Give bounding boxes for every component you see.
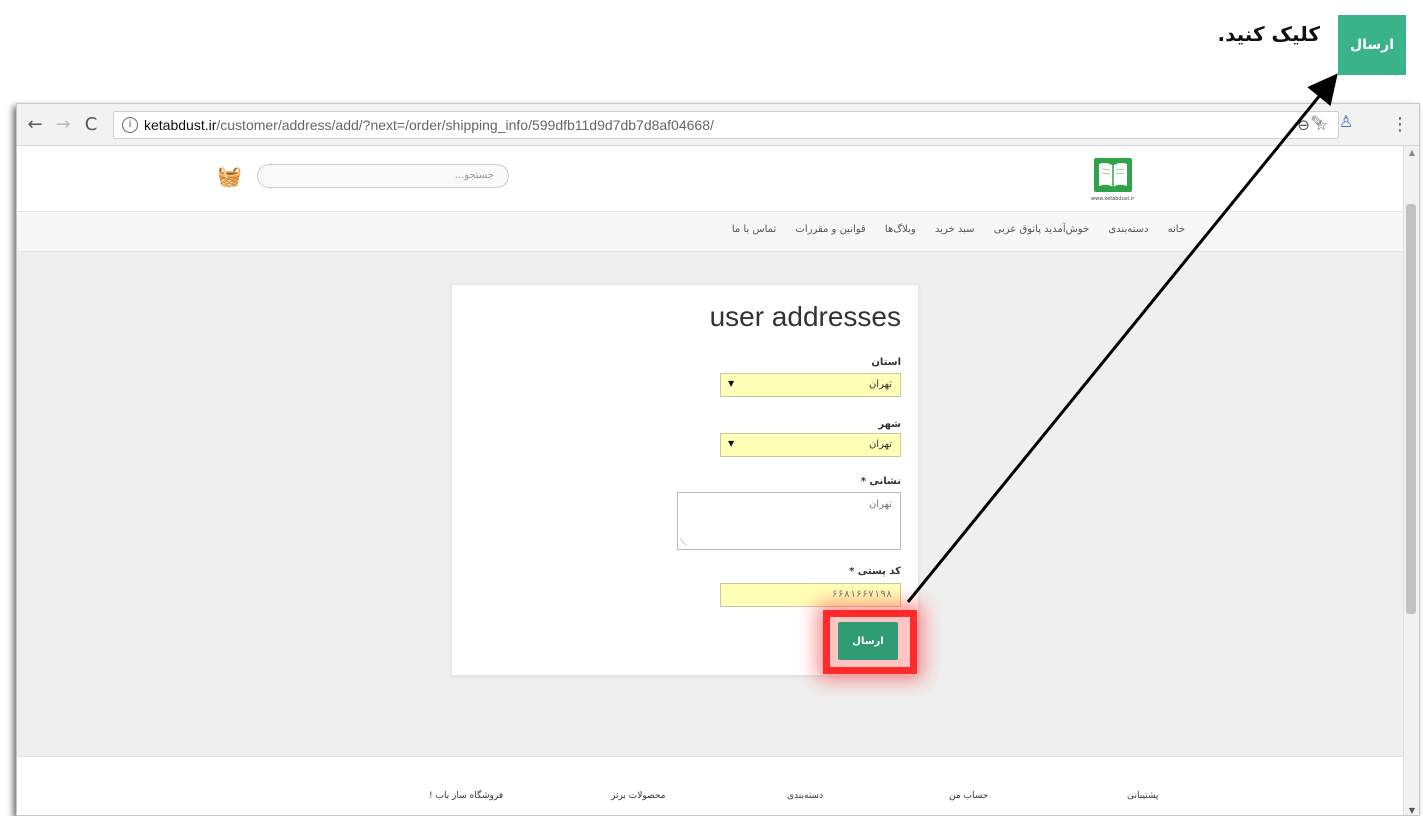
profile-icon[interactable]: ♙ [1334,112,1358,131]
site-navigation: خانه دسته‌بندی خوش‌آمدید پاتوق عربی سبد … [17,212,1405,252]
extension-icon[interactable]: ✎ [1305,112,1329,131]
footer-store-builder[interactable]: فروشگاه ساز باب ! [429,791,503,801]
annotation-submit-button: ارسال [1338,15,1406,75]
footer-top-products[interactable]: محصولات برتر [611,791,666,801]
province-label: استان [871,357,901,368]
url-domain: ketabdust.ir [144,117,217,133]
nav-item-home[interactable]: خانه [1168,224,1185,235]
address-label: نشانی * [860,476,901,487]
nav-menu: خانه دسته‌بندی خوش‌آمدید پاتوق عربی سبد … [716,224,1185,235]
back-arrow-icon[interactable]: ← [25,114,45,136]
city-label: شهر [878,419,901,430]
footer-support[interactable]: پشتیبانی [1127,791,1158,801]
scrollbar[interactable]: ▲ ▼ [1403,146,1419,815]
nav-item-welcome[interactable]: خوش‌آمدید پاتوق عربی [994,224,1089,235]
address-textarea[interactable]: تهران ⟋ [677,492,901,550]
extensions-area: ✎ ♙ [1305,112,1358,131]
site-header: 🧺 جستجو... www.ketabdust.ir [17,146,1405,212]
cart-icon[interactable]: 🧺 [217,164,242,188]
address-bar[interactable]: i ketabdust.ir/customer/address/add/?nex… [113,111,1339,139]
postal-code-input[interactable]: ۶۶۸۱۶۶۷۱۹۸ [720,583,901,607]
scroll-up-icon[interactable]: ▲ [1409,148,1415,157]
resize-grip-icon[interactable]: ⟋ [680,538,686,548]
dropdown-arrow-icon: ▼ [728,379,735,388]
nav-item-contact[interactable]: تماس با ما [732,224,776,235]
submit-button[interactable]: ارسال [838,622,898,660]
city-select[interactable]: تهران ▼ [720,433,901,457]
url-path: /customer/address/add/?next=/order/shipp… [216,117,714,133]
forward-arrow-icon[interactable]: → [53,114,73,136]
city-value: تهران [868,439,892,450]
address-form-card: user addresses استان تهران ▼ شهر تهران ▼… [451,284,919,676]
reload-icon[interactable]: C [81,114,101,136]
address-value: تهران [868,499,892,510]
nav-item-categories[interactable]: دسته‌بندی [1108,224,1148,235]
browser-window: ← → C i ketabdust.ir/customer/address/ad… [16,103,1420,816]
nav-item-cart[interactable]: سبد خرید [935,224,975,235]
annotation-instruction: کلیک کنید. [1217,22,1320,46]
province-value: تهران [868,379,892,390]
page-title: user addresses [709,301,901,332]
logo-icon[interactable] [1093,156,1133,200]
dropdown-arrow-icon: ▼ [728,439,735,448]
tutorial-screenshot: ارسال کلیک کنید. ← → C i ketabdust.ir/cu… [0,0,1423,816]
footer-my-account[interactable]: حساب من [949,791,988,801]
footer-categories[interactable]: دسته‌بندی [787,791,823,801]
site-footer: پشتیبانی حساب من دسته‌بندی محصولات برتر … [17,756,1405,815]
scroll-thumb[interactable] [1406,204,1416,614]
search-input[interactable]: جستجو... [257,164,509,188]
url-text[interactable]: ketabdust.ir/customer/address/add/?next=… [144,117,714,133]
web-page: 🧺 جستجو... www.ketabdust.ir خانه دسته‌بن… [17,146,1405,815]
nav-item-blogs[interactable]: وبلاگ‌ها [885,224,916,235]
scroll-down-icon[interactable]: ▼ [1409,806,1415,815]
nav-item-rules[interactable]: قوانین و مقررات [795,224,865,235]
logo-caption: www.ketabdust.ir [1091,196,1135,202]
province-select[interactable]: تهران ▼ [720,373,901,397]
browser-toolbar: ← → C i ketabdust.ir/customer/address/ad… [17,104,1419,146]
postal-code-label: کد پستی * [849,566,901,577]
menu-icon[interactable]: ⋮ [1391,114,1409,135]
info-icon[interactable]: i [122,117,138,133]
